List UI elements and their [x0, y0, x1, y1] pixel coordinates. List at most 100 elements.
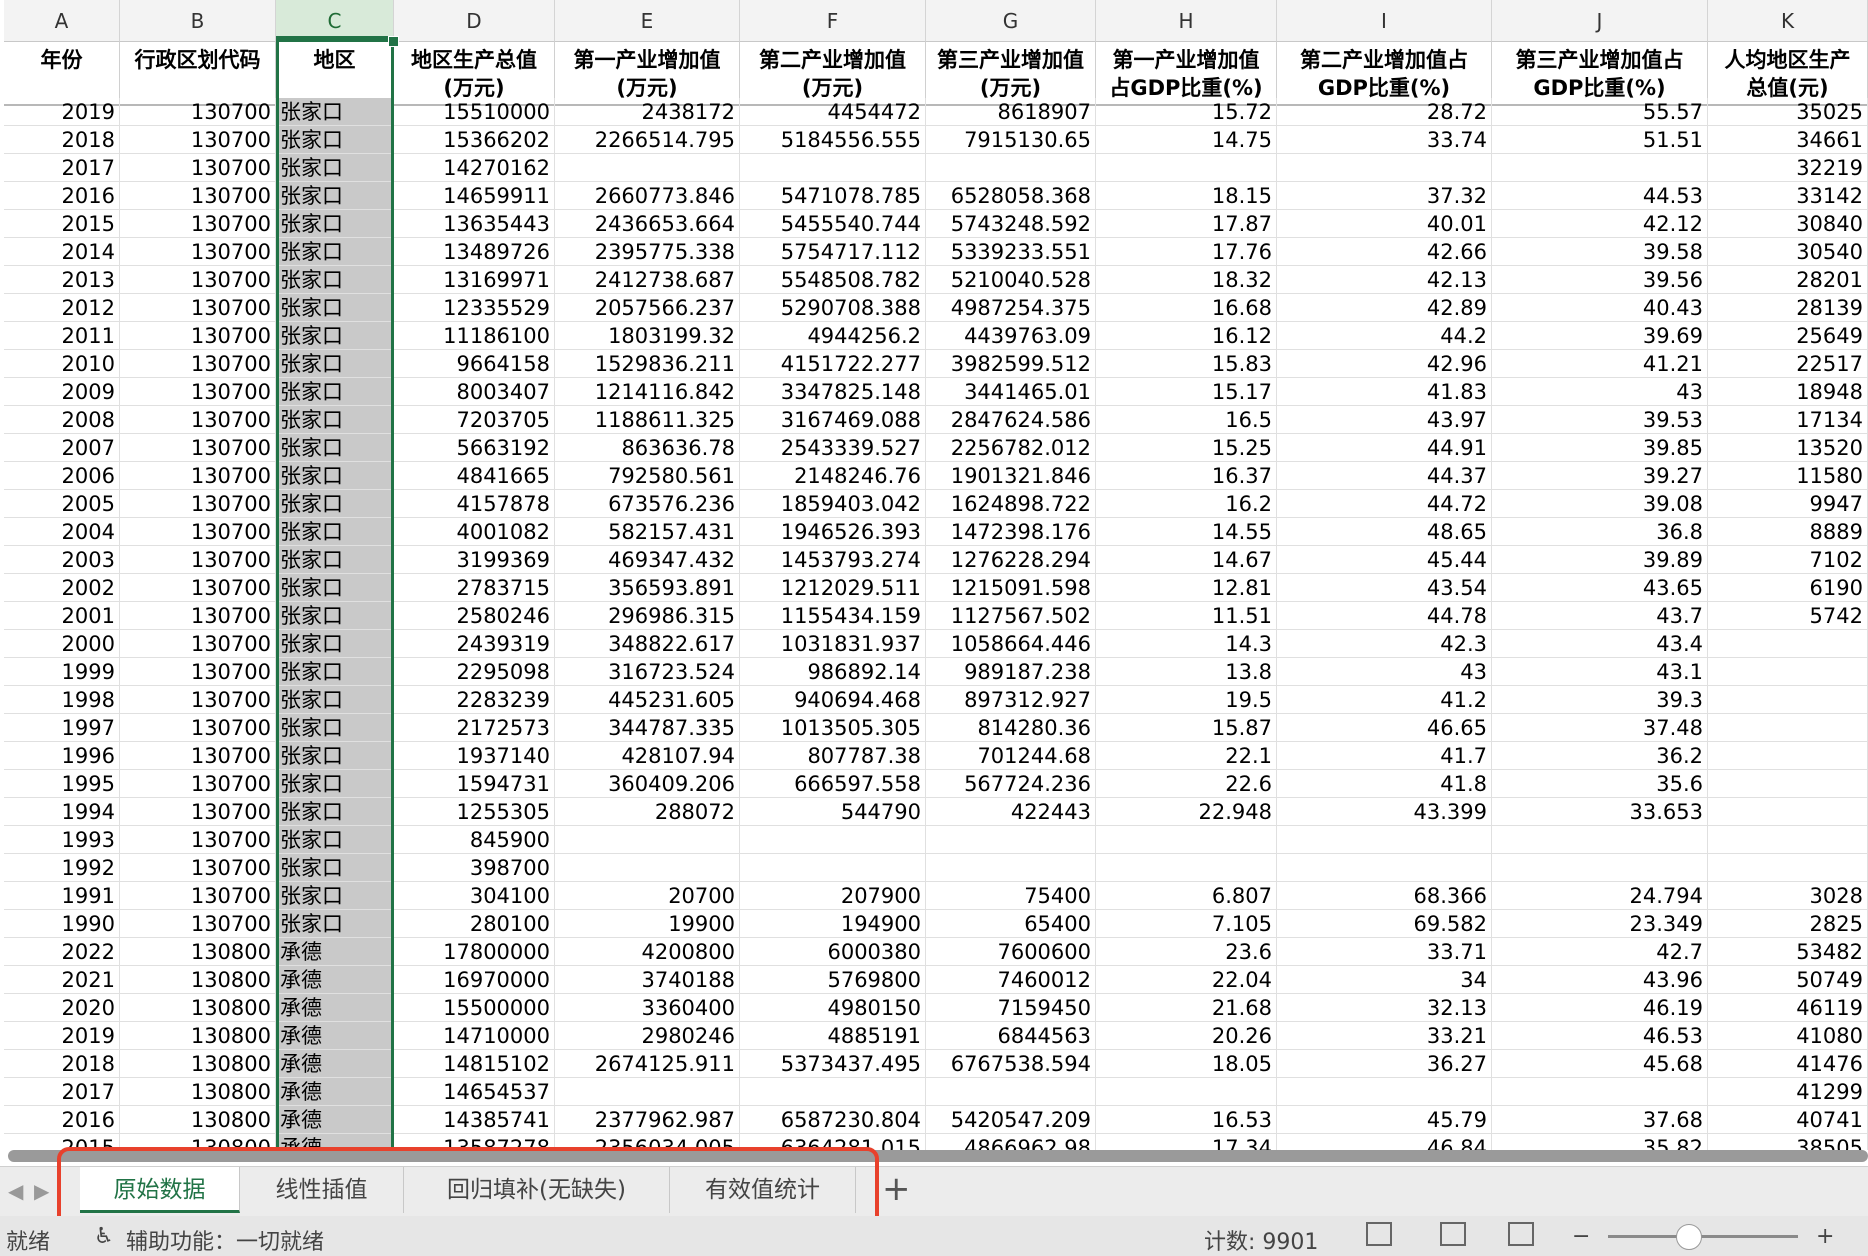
cell-h[interactable]: 14.3 — [1096, 630, 1277, 658]
cell-b[interactable]: 130800 — [120, 1134, 276, 1150]
cell-f[interactable]: 3167469.088 — [740, 406, 926, 434]
cell-h[interactable] — [1096, 826, 1277, 854]
cell-c[interactable]: 张家口 — [276, 154, 394, 182]
cell-k[interactable]: 30540 — [1708, 238, 1868, 266]
cell-d[interactable]: 398700 — [394, 854, 555, 882]
cell-i[interactable]: 41.83 — [1277, 378, 1492, 406]
cell-i[interactable]: 42.96 — [1277, 350, 1492, 378]
cell-b[interactable]: 130700 — [120, 154, 276, 182]
cell-e[interactable] — [555, 1078, 740, 1106]
cell-e[interactable] — [555, 854, 740, 882]
cell-b[interactable]: 130700 — [120, 210, 276, 238]
cell-d[interactable]: 13587278 — [394, 1134, 555, 1150]
cell-h[interactable] — [1096, 854, 1277, 882]
cell-a[interactable]: 2010 — [4, 350, 120, 378]
cell-a[interactable]: 1999 — [4, 658, 120, 686]
cell-g[interactable]: 5743248.592 — [926, 210, 1096, 238]
cell-h[interactable]: 15.87 — [1096, 714, 1277, 742]
cell-d[interactable]: 15510000 — [394, 98, 555, 126]
column-header-e[interactable]: E — [555, 0, 740, 42]
zoom-slider-knob[interactable] — [1676, 1224, 1702, 1250]
cell-c[interactable]: 张家口 — [276, 798, 394, 826]
cell-g[interactable]: 701244.68 — [926, 742, 1096, 770]
cell-d[interactable]: 7203705 — [394, 406, 555, 434]
cell-i[interactable]: 28.72 — [1277, 98, 1492, 126]
cell-g[interactable]: 422443 — [926, 798, 1096, 826]
cell-k[interactable]: 28139 — [1708, 294, 1868, 322]
cell-e[interactable]: 288072 — [555, 798, 740, 826]
cell-k[interactable]: 41476 — [1708, 1050, 1868, 1078]
cell-b[interactable]: 130700 — [120, 742, 276, 770]
cell-j[interactable]: 35.82 — [1492, 1134, 1708, 1150]
cell-c[interactable]: 承德 — [276, 1050, 394, 1078]
cell-e[interactable]: 296986.315 — [555, 602, 740, 630]
cell-g[interactable]: 7460012 — [926, 966, 1096, 994]
cell-b[interactable]: 130700 — [120, 98, 276, 126]
cell-d[interactable]: 2295098 — [394, 658, 555, 686]
cell-g[interactable]: 65400 — [926, 910, 1096, 938]
cell-i[interactable]: 32.13 — [1277, 994, 1492, 1022]
cell-b[interactable]: 130700 — [120, 770, 276, 798]
cell-i[interactable]: 42.13 — [1277, 266, 1492, 294]
cell-b[interactable]: 130800 — [120, 1078, 276, 1106]
cell-g[interactable]: 6528058.368 — [926, 182, 1096, 210]
cell-c[interactable]: 张家口 — [276, 742, 394, 770]
selection-fill-handle[interactable] — [388, 36, 399, 47]
cell-a[interactable]: 2017 — [4, 1078, 120, 1106]
cell-b[interactable]: 130700 — [120, 882, 276, 910]
cell-g[interactable]: 7600600 — [926, 938, 1096, 966]
cell-j[interactable]: 46.19 — [1492, 994, 1708, 1022]
column-header-b[interactable]: B — [120, 0, 276, 42]
cell-i[interactable]: 40.01 — [1277, 210, 1492, 238]
cell-j[interactable] — [1492, 154, 1708, 182]
cell-j[interactable]: 43.96 — [1492, 966, 1708, 994]
cell-d[interactable]: 14659911 — [394, 182, 555, 210]
cell-g[interactable]: 6844563 — [926, 1022, 1096, 1050]
cell-f[interactable]: 666597.558 — [740, 770, 926, 798]
cell-k[interactable]: 41299 — [1708, 1078, 1868, 1106]
field-header-e[interactable]: 第一产业增加值 (万元) — [555, 42, 740, 106]
cell-b[interactable]: 130700 — [120, 574, 276, 602]
cell-j[interactable] — [1492, 826, 1708, 854]
cell-b[interactable]: 130700 — [120, 518, 276, 546]
cell-c[interactable]: 张家口 — [276, 350, 394, 378]
cell-k[interactable]: 3028 — [1708, 882, 1868, 910]
cell-h[interactable]: 18.15 — [1096, 182, 1277, 210]
cell-k[interactable]: 25649 — [1708, 322, 1868, 350]
cell-e[interactable]: 1803199.32 — [555, 322, 740, 350]
cell-h[interactable]: 13.8 — [1096, 658, 1277, 686]
cell-j[interactable]: 39.53 — [1492, 406, 1708, 434]
cell-b[interactable]: 130800 — [120, 966, 276, 994]
field-header-g[interactable]: 第三产业增加值 (万元) — [926, 42, 1096, 106]
cell-f[interactable]: 544790 — [740, 798, 926, 826]
cell-d[interactable]: 14385741 — [394, 1106, 555, 1134]
cell-i[interactable]: 43.97 — [1277, 406, 1492, 434]
cell-h[interactable]: 15.83 — [1096, 350, 1277, 378]
cell-j[interactable]: 39.3 — [1492, 686, 1708, 714]
cell-j[interactable]: 42.7 — [1492, 938, 1708, 966]
cell-c[interactable]: 张家口 — [276, 826, 394, 854]
cell-d[interactable]: 845900 — [394, 826, 555, 854]
cell-e[interactable]: 4200800 — [555, 938, 740, 966]
cell-k[interactable]: 53482 — [1708, 938, 1868, 966]
field-header-d[interactable]: 地区生产总值 (万元) — [394, 42, 555, 106]
cell-e[interactable]: 2395775.338 — [555, 238, 740, 266]
cell-j[interactable]: 37.68 — [1492, 1106, 1708, 1134]
cell-g[interactable]: 1276228.294 — [926, 546, 1096, 574]
cell-i[interactable]: 45.79 — [1277, 1106, 1492, 1134]
cell-i[interactable]: 42.3 — [1277, 630, 1492, 658]
cell-a[interactable]: 2005 — [4, 490, 120, 518]
cell-c[interactable]: 张家口 — [276, 882, 394, 910]
cell-d[interactable]: 15366202 — [394, 126, 555, 154]
cell-a[interactable]: 2019 — [4, 1022, 120, 1050]
cell-c[interactable]: 张家口 — [276, 294, 394, 322]
cell-a[interactable]: 2019 — [4, 98, 120, 126]
cell-j[interactable]: 51.51 — [1492, 126, 1708, 154]
cell-j[interactable]: 42.12 — [1492, 210, 1708, 238]
cell-j[interactable]: 41.21 — [1492, 350, 1708, 378]
cell-e[interactable]: 19900 — [555, 910, 740, 938]
cell-g[interactable]: 1058664.446 — [926, 630, 1096, 658]
cell-a[interactable]: 1990 — [4, 910, 120, 938]
cell-a[interactable]: 1993 — [4, 826, 120, 854]
cell-a[interactable]: 1994 — [4, 798, 120, 826]
